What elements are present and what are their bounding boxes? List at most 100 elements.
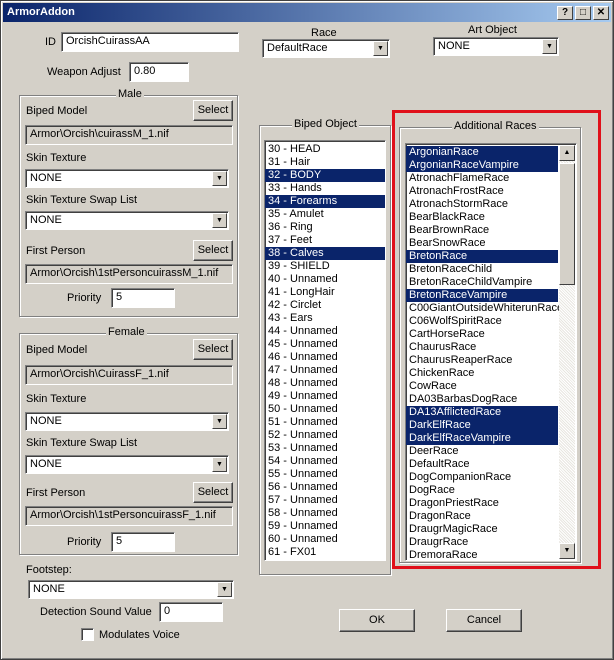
list-item[interactable]: 41 - LongHair: [265, 286, 385, 299]
chevron-down-icon[interactable]: ▼: [212, 213, 227, 228]
list-item[interactable]: 36 - Ring: [265, 221, 385, 234]
list-item[interactable]: ChaurusReaperRace: [406, 354, 558, 367]
chevron-down-icon[interactable]: ▼: [212, 171, 227, 186]
race-combo[interactable]: DefaultRace ▼: [262, 39, 390, 58]
list-item[interactable]: 39 - SHIELD: [265, 260, 385, 273]
female-priority-field[interactable]: 5: [111, 532, 175, 552]
additional-races-list[interactable]: ArgonianRace ArgonianRaceVampire AtronachF…: [405, 143, 577, 561]
list-item[interactable]: 50 - Unnamed: [265, 403, 385, 416]
list-item[interactable]: 49 - Unnamed: [265, 390, 385, 403]
chevron-down-icon[interactable]: ▼: [212, 414, 227, 429]
male-skin-texture-combo[interactable]: NONE ▼: [25, 169, 229, 188]
list-item[interactable]: 58 - Unnamed: [265, 507, 385, 520]
detection-sound-field[interactable]: 0: [159, 602, 223, 622]
maximize-button[interactable]: □: [575, 6, 591, 20]
list-item[interactable]: BretonRaceChildVampire: [406, 276, 558, 289]
list-item[interactable]: BretonRaceVampire: [406, 289, 558, 302]
list-item[interactable]: DogRace: [406, 484, 558, 497]
list-item[interactable]: 48 - Unnamed: [265, 377, 385, 390]
list-item[interactable]: AtronachStormRace: [406, 198, 558, 211]
list-item[interactable]: C00GiantOutsideWhiterunRace: [406, 302, 563, 315]
id-field[interactable]: OrcishCuirassAA: [61, 32, 239, 52]
list-item[interactable]: 52 - Unnamed: [265, 429, 385, 442]
list-item[interactable]: 60 - Unnamed: [265, 533, 385, 546]
chevron-down-icon[interactable]: ▼: [217, 582, 232, 597]
list-item[interactable]: 30 - HEAD: [265, 143, 385, 156]
list-item[interactable]: 40 - Unnamed: [265, 273, 385, 286]
scroll-down-icon[interactable]: ▼: [559, 543, 575, 559]
female-skin-texture-combo[interactable]: NONE ▼: [25, 412, 229, 431]
chevron-down-icon[interactable]: ▼: [212, 457, 227, 472]
female-swap-list-combo[interactable]: NONE ▼: [25, 455, 229, 474]
list-item[interactable]: DogCompanionRace: [406, 471, 558, 484]
list-item[interactable]: 32 - BODY: [265, 169, 385, 182]
list-item[interactable]: ArgonianRace: [406, 146, 558, 159]
list-item[interactable]: 47 - Unnamed: [265, 364, 385, 377]
list-item[interactable]: DarkElfRace: [406, 419, 558, 432]
male-swap-list-combo[interactable]: NONE ▼: [25, 211, 229, 230]
list-item[interactable]: 57 - Unnamed: [265, 494, 385, 507]
list-item[interactable]: 31 - Hair: [265, 156, 385, 169]
list-item[interactable]: C06WolfSpiritRace: [406, 315, 558, 328]
list-item[interactable]: DremoraRace: [406, 549, 558, 560]
list-item[interactable]: DragonRace: [406, 510, 558, 523]
list-item[interactable]: DeerRace: [406, 445, 558, 458]
list-item[interactable]: 55 - Unnamed: [265, 468, 385, 481]
list-item[interactable]: AtronachFlameRace: [406, 172, 558, 185]
art-object-combo[interactable]: NONE ▼: [433, 37, 559, 56]
scroll-thumb[interactable]: [559, 163, 575, 285]
close-button[interactable]: ✕: [593, 6, 609, 20]
list-item[interactable]: 54 - Unnamed: [265, 455, 385, 468]
list-item[interactable]: 56 - Unnamed: [265, 481, 385, 494]
list-item[interactable]: DarkElfRaceVampire: [406, 432, 558, 445]
list-item[interactable]: BretonRaceChild: [406, 263, 558, 276]
list-item[interactable]: ChickenRace: [406, 367, 558, 380]
list-item[interactable]: 33 - Hands: [265, 182, 385, 195]
chevron-down-icon[interactable]: ▼: [373, 41, 388, 56]
female-biped-select-button[interactable]: Select: [193, 339, 233, 360]
list-item[interactable]: DA03BarbasDogRace: [406, 393, 558, 406]
modulates-voice-checkbox[interactable]: [81, 628, 94, 641]
list-item[interactable]: BretonRace: [406, 250, 558, 263]
male-biped-select-button[interactable]: Select: [193, 100, 233, 121]
list-item[interactable]: ArgonianRaceVampire: [406, 159, 558, 172]
races-scrollbar[interactable]: ▲ ▼: [559, 145, 575, 559]
list-item[interactable]: DragonPriestRace: [406, 497, 558, 510]
list-item[interactable]: BearSnowRace: [406, 237, 558, 250]
list-item[interactable]: 45 - Unnamed: [265, 338, 385, 351]
list-item[interactable]: 51 - Unnamed: [265, 416, 385, 429]
ok-button[interactable]: OK: [339, 609, 415, 632]
footstep-combo[interactable]: NONE ▼: [28, 580, 234, 599]
list-item[interactable]: 38 - Calves: [265, 247, 385, 260]
list-item[interactable]: 59 - Unnamed: [265, 520, 385, 533]
list-item[interactable]: DraugrRace: [406, 536, 558, 549]
list-item[interactable]: 53 - Unnamed: [265, 442, 385, 455]
female-first-person-select-button[interactable]: Select: [193, 482, 233, 503]
chevron-down-icon[interactable]: ▼: [542, 39, 557, 54]
help-button[interactable]: ?: [557, 6, 573, 20]
list-item[interactable]: DefaultRace: [406, 458, 558, 471]
list-item[interactable]: 34 - Forearms: [265, 195, 385, 208]
list-item[interactable]: 46 - Unnamed: [265, 351, 385, 364]
list-item[interactable]: 43 - Ears: [265, 312, 385, 325]
list-item[interactable]: 44 - Unnamed: [265, 325, 385, 338]
list-item[interactable]: 35 - Amulet: [265, 208, 385, 221]
list-item[interactable]: 61 - FX01: [265, 546, 385, 559]
weapon-adjust-field[interactable]: 0.80: [129, 62, 189, 82]
male-priority-field[interactable]: 5: [111, 288, 175, 308]
biped-object-list[interactable]: 30 - HEAD 31 - Hair 32 - BODY 33 - Hands 34 …: [264, 140, 386, 561]
list-item[interactable]: 42 - Circlet: [265, 299, 385, 312]
list-item[interactable]: DA13AfflictedRace: [406, 406, 558, 419]
scroll-up-icon[interactable]: ▲: [559, 145, 575, 161]
list-item[interactable]: BearBlackRace: [406, 211, 558, 224]
list-item[interactable]: CartHorseRace: [406, 328, 558, 341]
list-item[interactable]: BearBrownRace: [406, 224, 558, 237]
list-item[interactable]: ChaurusRace: [406, 341, 558, 354]
list-item[interactable]: AtronachFrostRace: [406, 185, 558, 198]
male-first-person-select-button[interactable]: Select: [193, 240, 233, 261]
list-item[interactable]: CowRace: [406, 380, 558, 393]
list-item[interactable]: 37 - Feet: [265, 234, 385, 247]
cancel-button[interactable]: Cancel: [446, 609, 522, 632]
title-bar[interactable]: ArmorAddon ? □ ✕: [3, 3, 611, 22]
list-item[interactable]: DraugrMagicRace: [406, 523, 558, 536]
